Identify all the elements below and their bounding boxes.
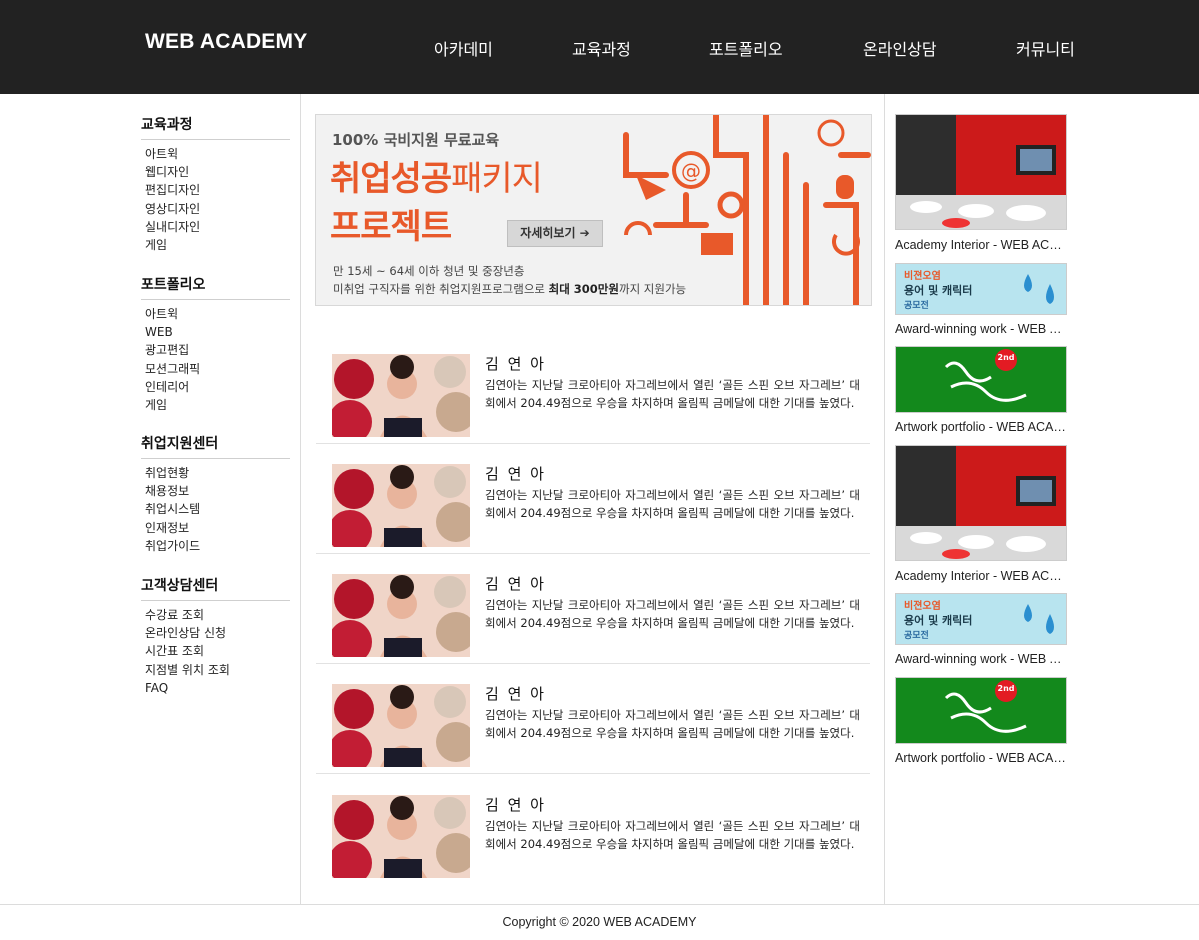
sidebar-group-career: 취업지원센터 취업현황 채용정보 취업시스템 인재정보 취업가이드	[141, 433, 290, 555]
news-thumbnail[interactable]	[332, 684, 470, 767]
sidebar-link[interactable]: 게임	[145, 396, 290, 414]
award-badge: 2nd	[997, 684, 1015, 693]
sidebar-link[interactable]: 웹디자인	[145, 163, 290, 181]
arrow-icon	[636, 175, 666, 200]
banner-top-text: 100% 국비지원 무료교육	[332, 131, 500, 149]
sidebar-group-title: 포트폴리오	[141, 274, 290, 300]
copyright-text: Copyright © 2020 WEB ACADEMY	[502, 915, 697, 929]
gear-icon	[717, 191, 745, 219]
award-image[interactable]: 비젼오염 용어 및 캐릭터 공모전	[895, 593, 1067, 645]
nav-item-academy[interactable]: 아카데미	[434, 36, 493, 60]
gallery-caption[interactable]: Award-winning work - WEB ACADEMY	[895, 322, 1067, 336]
banner-headline: 취업성공패키지	[330, 159, 543, 199]
nav-item-portfolio[interactable]: 포트폴리오	[709, 36, 783, 60]
sidebar-link[interactable]: 아트윅	[145, 145, 290, 163]
water-drop-icon	[1024, 274, 1054, 304]
news-thumbnail[interactable]	[332, 795, 470, 878]
news-description: 김연아는 지난달 크로아티아 자그레브에서 열린 ‘골든 스핀 오브 자그레브’…	[485, 819, 860, 852]
divider	[884, 94, 885, 904]
news-thumbnail[interactable]	[332, 574, 470, 657]
news-title[interactable]: 김 연 아	[485, 573, 546, 594]
award-image[interactable]: 비젼오염 용어 및 캐릭터 공모전	[895, 263, 1067, 315]
banner-headline-2: 프로젝트	[330, 207, 452, 247]
site-footer: Copyright © 2020 WEB ACADEMY	[0, 904, 1199, 940]
sidebar-link[interactable]: 시간표 조회	[145, 642, 290, 660]
news-item[interactable]: 김 연 아 김연아는 지난달 크로아티아 자그레브에서 열린 ‘골든 스핀 오브…	[316, 444, 870, 554]
artwork-image[interactable]: 2nd	[895, 346, 1067, 413]
sidebar-link[interactable]: 실내디자인	[145, 218, 290, 236]
sidebar-link[interactable]: 채용정보	[145, 482, 290, 500]
gallery-caption[interactable]: Academy Interior - WEB ACADEMY	[895, 238, 1067, 252]
news-item[interactable]: 김 연 아 김연아는 지난달 크로아티아 자그레브에서 열린 ‘골든 스핀 오브…	[316, 554, 870, 664]
sidebar-link[interactable]: 취업현황	[145, 464, 290, 482]
nav-item-online-consult[interactable]: 온라인상담	[863, 36, 937, 60]
sidebar-link[interactable]: 인테리어	[145, 378, 290, 396]
water-drop-icon	[1024, 604, 1054, 634]
folder-icon	[701, 233, 733, 255]
news-title[interactable]: 김 연 아	[485, 463, 546, 484]
gallery-caption[interactable]: Artwork portfolio - WEB ACADEMY	[895, 420, 1067, 434]
sidebar-link[interactable]: 광고편집	[145, 341, 290, 359]
search-icon	[817, 119, 845, 147]
sidebar-link[interactable]: 수강료 조회	[145, 606, 290, 624]
mic-icon	[836, 175, 854, 199]
news-thumbnail[interactable]	[332, 354, 470, 437]
gallery-caption[interactable]: Artwork portfolio - WEB ACADEMY	[895, 751, 1067, 765]
promo-banner[interactable]: 100% 국비지원 무료교육 취업성공패키지 프로젝트 자세히보기 ➔ 만 15…	[315, 114, 872, 306]
interior-photo[interactable]	[895, 114, 1067, 230]
sidebar-link[interactable]: FAQ	[145, 679, 290, 697]
sidebar-group-title: 교육과정	[141, 114, 290, 140]
sidebar-link[interactable]: 편집디자인	[145, 181, 290, 199]
sidebar-group-title: 취업지원센터	[141, 433, 290, 459]
award-badge: 2nd	[997, 353, 1015, 362]
site-logo[interactable]: WEB ACADEMY	[145, 30, 307, 54]
sidebar-group-courses: 교육과정 아트윅 웹디자인 편집디자인 영상디자인 실내디자인 게임	[141, 114, 290, 254]
news-title[interactable]: 김 연 아	[485, 353, 546, 374]
sidebar-link[interactable]: 인재정보	[145, 519, 290, 537]
site-header: WEB ACADEMY 아카데미 교육과정 포트폴리오 온라인상담 커뮤니티	[0, 0, 1199, 94]
news-thumbnail[interactable]	[332, 464, 470, 547]
sidebar-link[interactable]: 게임	[145, 236, 290, 254]
sidebar-group-title: 고객상담센터	[141, 575, 290, 601]
sidebar-link[interactable]: 모션그래픽	[145, 360, 290, 378]
news-description: 김연아는 지난달 크로아티아 자그레브에서 열린 ‘골든 스핀 오브 자그레브’…	[485, 488, 860, 521]
sidebar-link[interactable]: WEB	[145, 323, 290, 341]
artwork-image[interactable]: 2nd	[895, 677, 1067, 744]
sidebar-group-portfolio: 포트폴리오 아트윅 WEB 광고편집 모션그래픽 인테리어 게임	[141, 274, 290, 414]
news-item[interactable]: 김 연 아 김연아는 지난달 크로아티아 자그레브에서 열린 ‘골든 스핀 오브…	[316, 664, 870, 774]
sidebar-link[interactable]: 취업가이드	[145, 537, 290, 555]
news-description: 김연아는 지난달 크로아티아 자그레브에서 열린 ‘골든 스핀 오브 자그레브’…	[485, 708, 860, 741]
news-description: 김연아는 지난달 크로아티아 자그레브에서 열린 ‘골든 스핀 오브 자그레브’…	[485, 598, 860, 631]
sidebar-link[interactable]: 온라인상담 신청	[145, 624, 290, 642]
news-title[interactable]: 김 연 아	[485, 794, 546, 815]
nav-item-community[interactable]: 커뮤니티	[1016, 36, 1075, 60]
sidebar-link[interactable]: 아트윅	[145, 305, 290, 323]
interior-photo[interactable]	[895, 445, 1067, 561]
banner-detail-button[interactable]: 자세히보기 ➔	[507, 220, 603, 247]
svg-text:@: @	[681, 159, 701, 183]
circuit-graphic: @	[623, 115, 871, 305]
sidebar-group-support: 고객상담센터 수강료 조회 온라인상담 신청 시간표 조회 지점별 위치 조회 …	[141, 575, 290, 697]
nav-item-courses[interactable]: 교육과정	[572, 36, 631, 60]
sidebar-link[interactable]: 영상디자인	[145, 200, 290, 218]
news-item[interactable]: 김 연 아 김연아는 지난달 크로아티아 자그레브에서 열린 ‘골든 스핀 오브…	[316, 775, 870, 885]
divider	[300, 94, 301, 904]
recycle-icon	[624, 221, 652, 236]
banner-subtext: 만 15세 ~ 64세 이하 청년 및 중장년층	[333, 264, 525, 278]
gallery-caption[interactable]: Academy Interior - WEB ACADEMY	[895, 569, 1067, 583]
news-item[interactable]: 김 연 아 김연아는 지난달 크로아티아 자그레브에서 열린 ‘골든 스핀 오브…	[316, 334, 870, 444]
news-description: 김연아는 지난달 크로아티아 자그레브에서 열린 ‘골든 스핀 오브 자그레브’…	[485, 378, 860, 411]
sidebar-link[interactable]: 취업시스템	[145, 500, 290, 518]
sidebar-link[interactable]: 지점별 위치 조회	[145, 661, 290, 679]
gallery-caption[interactable]: Award-winning work - WEB ACADEMY	[895, 652, 1067, 666]
news-title[interactable]: 김 연 아	[485, 683, 546, 704]
